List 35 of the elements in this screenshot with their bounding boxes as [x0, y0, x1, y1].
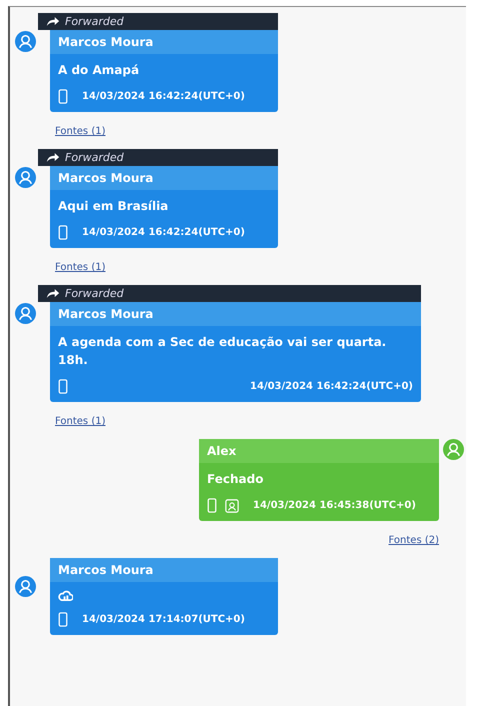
- message-text: Aqui em Brasília: [58, 198, 170, 215]
- phone-icon: [58, 89, 68, 104]
- share-arrow-icon: [46, 288, 60, 299]
- share-arrow-icon: [46, 16, 60, 27]
- avatar-icon: [15, 31, 36, 52]
- avatar-icon: [15, 303, 36, 324]
- message-time: 14/03/2024 16:42:24(UTC+0): [82, 227, 245, 238]
- contact-card-icon: [225, 498, 239, 512]
- phone-icon: [207, 498, 217, 513]
- sender-name: Alex: [207, 444, 236, 458]
- forwarded-label: Forwarded: [65, 15, 124, 28]
- message-time: 14/03/2024 16:42:24(UTC+0): [250, 381, 413, 392]
- sources-link[interactable]: Fontes (2): [388, 535, 439, 546]
- sources-link[interactable]: Fontes (1): [55, 416, 106, 427]
- phone-icon: [58, 612, 68, 627]
- message-text: A do Amapá: [58, 62, 140, 79]
- sender-name: Marcos Moura: [58, 35, 154, 49]
- sender-name: Marcos Moura: [58, 307, 154, 321]
- message-time: 14/03/2024 17:14:07(UTC+0): [82, 614, 245, 625]
- sources-link[interactable]: Fontes (1): [55, 262, 106, 273]
- message-time: 14/03/2024 16:42:24(UTC+0): [82, 91, 245, 102]
- share-arrow-icon: [46, 152, 60, 163]
- phone-icon: [58, 225, 68, 240]
- message-text: Fechado: [207, 471, 264, 488]
- sender-name: Marcos Moura: [58, 171, 154, 185]
- avatar-icon: [15, 576, 36, 597]
- forwarded-label: Forwarded: [65, 287, 124, 300]
- message-text: A agenda com a Sec de educação vai ser quarta. 18h.: [58, 334, 388, 369]
- avatar-icon: [15, 167, 36, 188]
- phone-icon: [58, 379, 68, 394]
- sources-link[interactable]: Fontes (1): [55, 126, 106, 137]
- forwarded-label: Forwarded: [65, 151, 124, 164]
- message-time: 14/03/2024 16:45:38(UTC+0): [253, 500, 416, 511]
- cloud-icon: [58, 589, 73, 602]
- sender-name: Marcos Moura: [58, 563, 154, 577]
